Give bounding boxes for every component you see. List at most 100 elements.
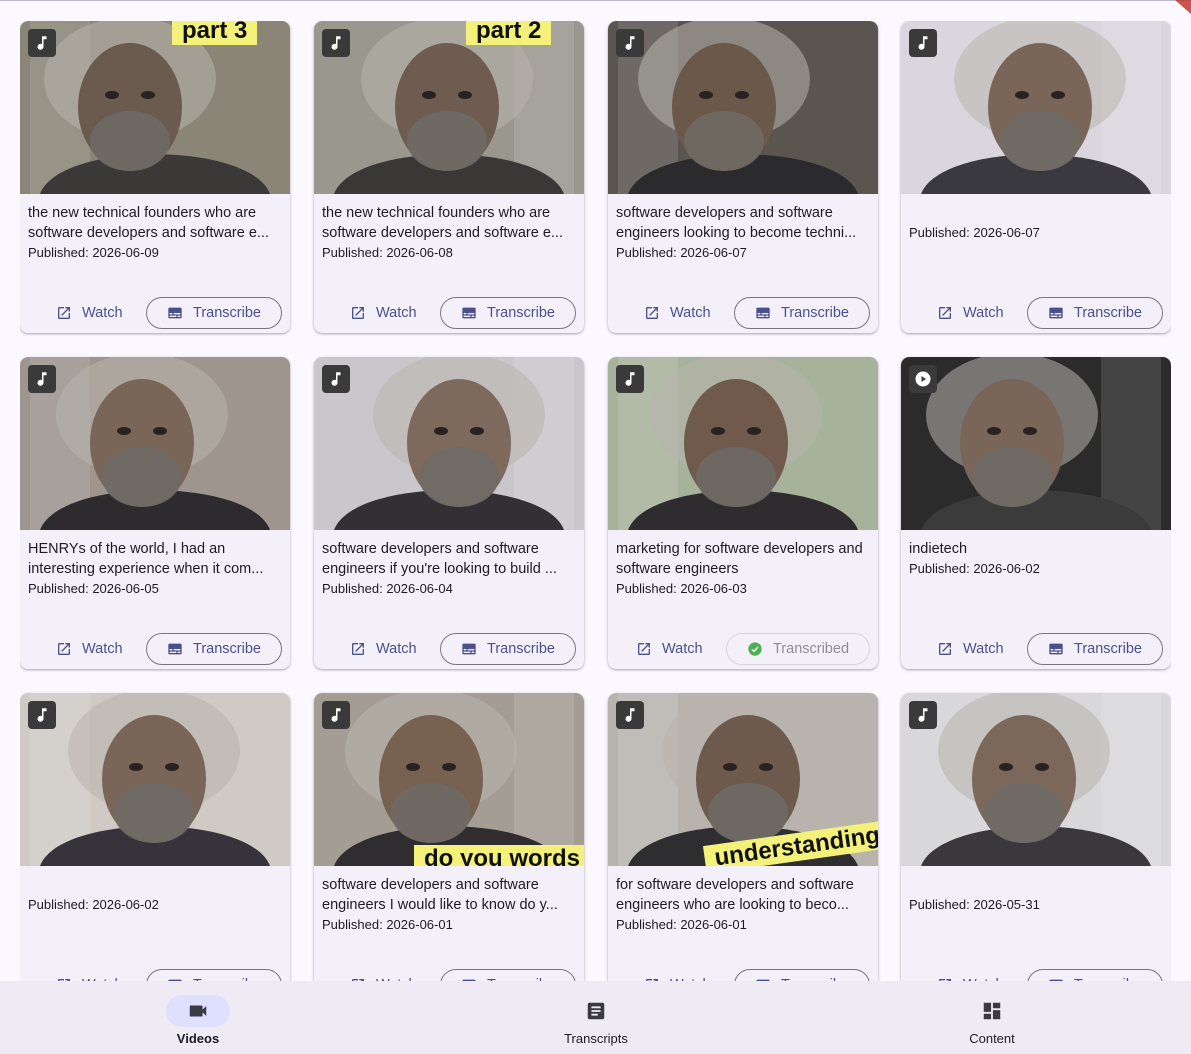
published-date: Published: 2026-06-01 [322,917,453,932]
video-thumbnail[interactable] [901,357,1171,530]
music-note-icon [322,365,350,393]
nav-item-content[interactable]: Content [922,981,1062,1054]
published-date: Published: 2026-06-02 [909,561,1040,576]
thumbnail-caption-text: part 2 [466,21,552,45]
video-thumbnail[interactable] [608,357,878,530]
transcribe-label: Transcribe [781,305,849,321]
transcribe-button[interactable]: Transcribe [440,297,576,329]
open-in-new-icon [56,641,72,657]
watch-button[interactable]: Watch [56,297,123,329]
transcribe-button[interactable]: Transcribe [440,633,576,665]
video-thumbnail[interactable]: part 2 [314,21,584,194]
transcribe-label: Transcribe [193,305,261,321]
music-note-icon [28,365,56,393]
bottom-navigation: Videos Transcripts Content [0,981,1191,1054]
video-thumbnail[interactable] [901,693,1171,866]
transcribe-button[interactable]: Transcribe [1027,297,1163,329]
published-date: Published: 2026-05-31 [909,897,1040,912]
transcribe-button[interactable]: Transcribe [146,969,282,981]
watch-button[interactable]: Watch [56,633,123,665]
transcribe-label: Transcribe [1074,641,1142,657]
music-note-icon [28,29,56,57]
video-card: part 3 the new technical founders who are… [20,21,290,333]
transcribe-button[interactable]: Transcribe [734,969,870,981]
open-in-new-icon [56,305,72,321]
music-note-icon [616,29,644,57]
video-thumbnail[interactable]: understanding [608,693,878,866]
transcribe-button[interactable]: Transcribe [146,633,282,665]
video-card: HENRYs of the world, I had an interestin… [20,357,290,669]
watch-button[interactable]: Watch [350,297,417,329]
watch-button[interactable]: Watch [937,297,1004,329]
nav-label: Transcripts [564,1031,628,1046]
published-date: Published: 2026-06-01 [616,917,747,932]
published-date: Published: 2026-06-08 [322,245,453,260]
videocam-icon [166,995,230,1027]
open-in-new-icon [937,641,953,657]
video-title: software developers and software enginee… [616,205,857,241]
watch-label: Watch [82,305,123,321]
video-card: software developers and software enginee… [314,357,584,669]
transcribe-button[interactable]: Transcribe [440,969,576,981]
watch-button[interactable]: Watch [636,633,703,665]
published-date: Published: 2026-06-07 [616,245,747,260]
music-note-icon [909,29,937,57]
published-date: Published: 2026-06-02 [28,897,159,912]
nav-label: Content [969,1031,1015,1046]
video-thumbnail[interactable] [20,357,290,530]
watch-button[interactable]: Watch [350,969,417,981]
transcribe-button[interactable]: Transcribe [1027,633,1163,665]
video-card: Published: 2026-06-07 Watch Transcribe [901,21,1171,333]
play-circle-icon [909,365,937,393]
video-card: part 2 the new technical founders who are… [314,21,584,333]
subtitles-icon [461,641,477,657]
transcribe-label: Transcribed [772,641,850,657]
music-note-icon [28,701,56,729]
transcribe-button[interactable]: Transcribe [734,297,870,329]
open-in-new-icon [644,305,660,321]
nav-item-videos[interactable]: Videos [128,981,268,1054]
music-note-icon [616,365,644,393]
nav-item-transcripts[interactable]: Transcripts [526,981,666,1054]
music-note-icon [909,701,937,729]
video-grid: part 3 the new technical founders who are… [20,21,1171,981]
video-thumbnail[interactable]: part 3 [20,21,290,194]
subtitles-icon [755,305,771,321]
published-date: Published: 2026-06-07 [909,225,1040,240]
video-title: the new technical founders who are softw… [28,205,269,241]
music-note-icon [322,701,350,729]
video-title: software developers and software enginee… [322,541,557,577]
watch-label: Watch [376,305,417,321]
open-in-new-icon [350,305,366,321]
video-thumbnail[interactable] [608,21,878,194]
open-in-new-icon [350,641,366,657]
subtitles-icon [461,305,477,321]
transcribe-button[interactable]: Transcribe [1027,969,1163,981]
video-thumbnail[interactable]: do you words [314,693,584,866]
published-date: Published: 2026-06-03 [616,581,747,596]
transcribe-label: Transcribe [1074,305,1142,321]
music-note-icon [322,29,350,57]
transcribe-button[interactable]: Transcribe [146,297,282,329]
watch-button[interactable]: Watch [644,969,711,981]
nav-label: Videos [176,1031,220,1046]
video-title: HENRYs of the world, I had an interestin… [28,541,264,577]
watch-button[interactable]: Watch [350,633,417,665]
video-card: understanding for software developers and… [608,693,878,981]
video-thumbnail[interactable] [20,693,290,866]
video-thumbnail[interactable] [314,357,584,530]
watch-label: Watch [963,641,1004,657]
video-thumbnail[interactable] [901,21,1171,194]
watch-button[interactable]: Watch [644,297,711,329]
watch-label: Watch [963,305,1004,321]
published-date: Published: 2026-06-05 [28,581,159,596]
watch-button[interactable]: Watch [937,969,1004,981]
subtitles-icon [167,641,183,657]
subtitles-icon [1048,305,1064,321]
video-card: Published: 2026-06-02 Watch Transcribe [20,693,290,981]
thumbnail-caption-text: do you words [414,845,584,866]
video-card: indietech Published: 2026-06-02 Watch Trans… [901,357,1171,669]
watch-button[interactable]: Watch [56,969,123,981]
transcribe-label: Transcribe [487,641,555,657]
watch-button[interactable]: Watch [937,633,1004,665]
